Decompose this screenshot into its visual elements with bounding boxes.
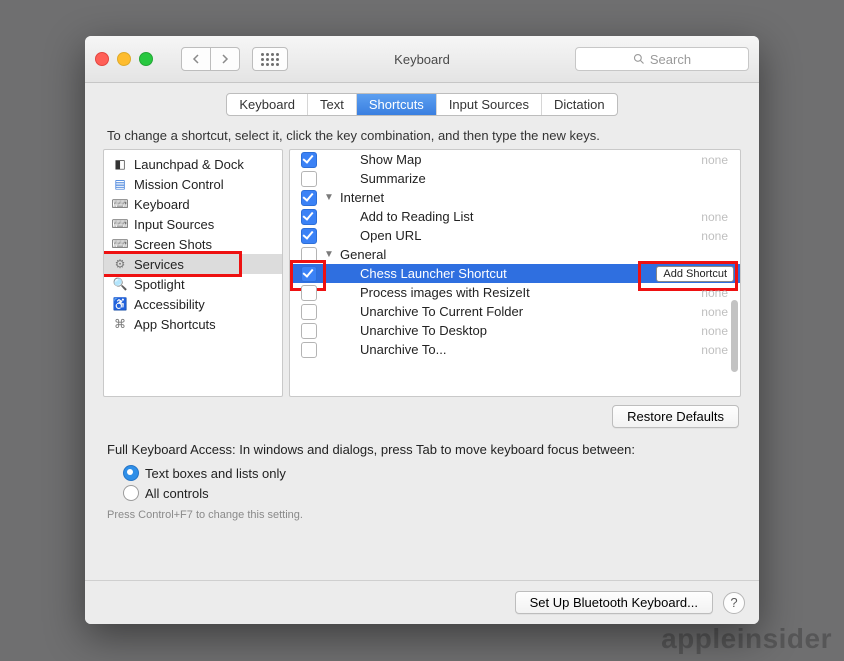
bluetooth-setup-button[interactable]: Set Up Bluetooth Keyboard... [515,591,713,614]
show-all-button[interactable] [252,47,288,71]
checkbox[interactable] [301,171,317,187]
disclosure-triangle-icon[interactable]: ▼ [320,249,338,260]
instruction-text: To change a shortcut, select it, click t… [103,124,741,149]
service-label: Unarchive To... [338,342,701,357]
radio-option[interactable]: All controls [123,483,741,503]
checkbox[interactable] [301,209,317,225]
keyboard-prefs-window: Keyboard Search KeyboardTextShortcutsInp… [85,36,759,624]
titlebar: Keyboard Search [85,36,759,83]
sidebar-item-accessibility[interactable]: ♿Accessibility [104,294,282,314]
sidebar-item-keyboard[interactable]: ⌨Keyboard [104,194,282,214]
checkbox[interactable] [301,323,317,339]
sidebar-item-label: Mission Control [134,177,224,192]
checkbox[interactable] [301,190,317,206]
sidebar-item-label: Services [134,257,184,272]
shortcut-value: none [701,286,738,300]
checkbox[interactable] [301,228,317,244]
checkbox[interactable] [301,342,317,358]
category-panel: ◧Launchpad & Dock▤Mission Control⌨Keyboa… [103,149,283,397]
search-icon [633,53,645,65]
sidebar-item-label: Launchpad & Dock [134,157,244,172]
tab-input-sources[interactable]: Input Sources [437,94,542,115]
checkbox[interactable] [301,152,317,168]
forward-button[interactable] [211,47,240,71]
service-label: Process images with ResizeIt [338,285,701,300]
checkbox[interactable] [301,285,317,301]
service-item[interactable]: Unarchive To Desktopnone [290,321,740,340]
sidebar-item-label: Screen Shots [134,237,212,252]
group-general[interactable]: ▼General [290,245,740,264]
radio-label: Text boxes and lists only [145,466,286,481]
group-internet[interactable]: ▼Internet [290,188,740,207]
disclosure-triangle-icon[interactable]: ▼ [320,192,338,203]
tab-keyboard[interactable]: Keyboard [227,94,308,115]
sidebar-item-launchpad-dock[interactable]: ◧Launchpad & Dock [104,154,282,174]
panels: ◧Launchpad & Dock▤Mission Control⌨Keyboa… [103,149,741,397]
shortcut-value: none [701,210,738,224]
footer: Set Up Bluetooth Keyboard... ? [85,580,759,624]
checkbox[interactable] [301,266,317,282]
sidebar-item-input-sources[interactable]: ⌨Input Sources [104,214,282,234]
sidebar-item-mission-control[interactable]: ▤Mission Control [104,174,282,194]
service-label: Internet [338,190,738,205]
tab-text[interactable]: Text [308,94,357,115]
radio-button[interactable] [123,485,139,501]
service-label: Open URL [338,228,701,243]
tabs-row: KeyboardTextShortcutsInput SourcesDictat… [85,83,759,124]
sidebar-item-label: Input Sources [134,217,214,232]
service-label: Summarize [338,171,738,186]
shortcut-value: none [701,153,738,167]
service-item[interactable]: Unarchive To...none [290,340,740,359]
shortcut-value: none [701,229,738,243]
service-item[interactable]: Show Mapnone [290,150,740,169]
zoom-icon[interactable] [139,52,153,66]
sidebar-item-label: App Shortcuts [134,317,216,332]
scrollbar-thumb[interactable] [731,300,738,372]
sidebar-item-label: Keyboard [134,197,190,212]
close-icon[interactable] [95,52,109,66]
search-placeholder: Search [650,52,691,67]
add-shortcut-button[interactable]: Add Shortcut [656,266,734,282]
minimize-icon[interactable] [117,52,131,66]
service-label: Unarchive To Desktop [338,323,701,338]
service-item[interactable]: Summarize [290,169,740,188]
window-controls [95,52,153,66]
tab-dictation[interactable]: Dictation [542,94,617,115]
radio-button[interactable] [123,465,139,481]
content-area: To change a shortcut, select it, click t… [85,124,759,580]
radio-label: All controls [145,486,209,501]
segmented-control: KeyboardTextShortcutsInput SourcesDictat… [226,93,617,116]
fka-label: Full Keyboard Access: In windows and dia… [103,436,741,457]
service-label: Show Map [338,152,701,167]
service-label: Add to Reading List [338,209,701,224]
help-button[interactable]: ? [723,592,745,614]
search-input[interactable]: Search [575,47,749,71]
service-item[interactable]: Open URLnone [290,226,740,245]
sidebar-item-label: Spotlight [134,277,185,292]
service-item[interactable]: Unarchive To Current Foldernone [290,302,740,321]
services-panel: Show MapnoneSummarize▼InternetAdd to Rea… [289,149,741,397]
tab-shortcuts[interactable]: Shortcuts [357,94,437,115]
service-item[interactable]: Add to Reading Listnone [290,207,740,226]
checkbox[interactable] [301,304,317,320]
sidebar-item-services[interactable]: ⚙Services [104,254,282,274]
service-item[interactable]: Process images with ResizeItnone [290,283,740,302]
watermark-text: appleinsider [661,623,832,655]
sidebar-item-label: Accessibility [134,297,205,312]
sidebar-item-spotlight[interactable]: 🔍Spotlight [104,274,282,294]
service-item[interactable]: Chess Launcher ShortcutAdd Shortcut [290,264,740,283]
service-label: Unarchive To Current Folder [338,304,701,319]
service-label: General [338,247,738,262]
restore-defaults-button[interactable]: Restore Defaults [612,405,739,428]
nav-buttons [181,47,240,71]
sidebar-item-screen-shots[interactable]: ⌨Screen Shots [104,234,282,254]
checkbox[interactable] [301,247,317,263]
back-button[interactable] [181,47,211,71]
sidebar-item-app-shortcuts[interactable]: ⌘App Shortcuts [104,314,282,334]
radio-option[interactable]: Text boxes and lists only [123,463,741,483]
fka-hint: Press Control+F7 to change this setting. [103,503,741,521]
